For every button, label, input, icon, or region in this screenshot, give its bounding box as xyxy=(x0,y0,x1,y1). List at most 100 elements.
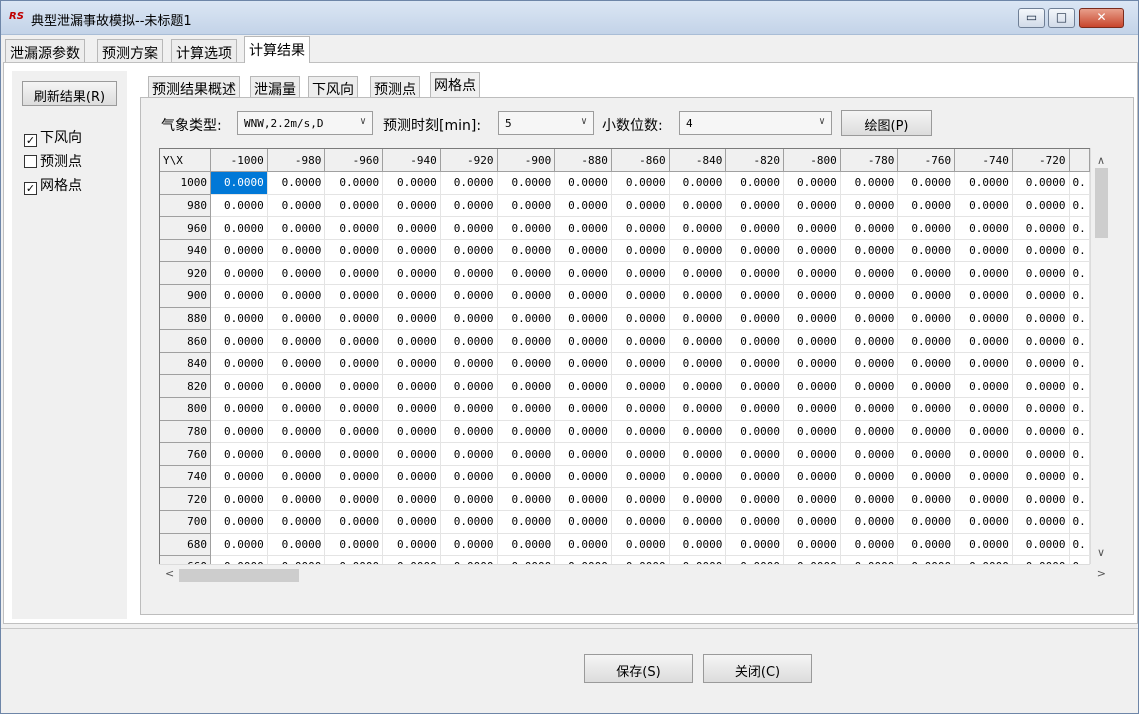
grid-cell[interactable]: 0.0000 xyxy=(210,307,268,331)
grid-cell[interactable]: 0.0000 xyxy=(497,284,556,308)
grid-cell[interactable]: 0.0000 xyxy=(497,374,556,399)
grid-cell[interactable]: 0.0000 xyxy=(440,420,498,444)
grid-cell-partial[interactable]: 0. xyxy=(1069,239,1090,263)
grid-cell[interactable]: 0.0000 xyxy=(954,397,1013,421)
grid-cell[interactable]: 0.0000 xyxy=(440,261,498,286)
grid-cell[interactable]: 0.0000 xyxy=(382,216,441,240)
grid-cell[interactable]: 0.0000 xyxy=(669,216,727,240)
grid-cell[interactable]: 0.0000 xyxy=(440,442,498,466)
grid-cell[interactable]: 0.0000 xyxy=(840,239,899,263)
grid-cell[interactable]: 0.0000 xyxy=(897,352,956,376)
grid-cell[interactable]: 0.0000 xyxy=(1012,171,1070,195)
row-header[interactable]: 940 xyxy=(160,239,212,263)
maximize-button[interactable]: □ xyxy=(1048,8,1075,28)
grid-cell[interactable]: 0.0000 xyxy=(669,533,727,557)
grid-cell[interactable]: 0.0000 xyxy=(840,533,899,557)
grid-cell[interactable]: 0.0000 xyxy=(210,352,268,376)
grid-cell[interactable]: 0.0000 xyxy=(1012,284,1070,308)
grid-cell[interactable]: 0.0000 xyxy=(440,307,498,331)
grid-cell[interactable]: 0.0000 xyxy=(783,397,841,421)
grid-cell[interactable]: 0.0000 xyxy=(497,397,556,421)
grid-table-container[interactable]: Y\X -1000 -980 -960 -940 -920 -900 -880 -860 -840… xyxy=(159,148,1090,564)
vertical-scroll-thumb[interactable] xyxy=(1095,168,1108,238)
row-header[interactable]: 680 xyxy=(160,533,212,557)
grid-cell[interactable]: 0.0000 xyxy=(783,284,841,308)
grid-cell[interactable]: 0.0000 xyxy=(669,397,727,421)
grid-cell[interactable]: 0.0000 xyxy=(669,194,727,218)
grid-cell[interactable]: 0.0000 xyxy=(554,171,612,195)
grid-cell[interactable]: 0.0000 xyxy=(725,374,785,399)
grid-cell[interactable]: 0.0000 xyxy=(382,239,441,263)
grid-cell[interactable]: 0.0000 xyxy=(554,555,612,564)
grid-cell[interactable]: 0.0000 xyxy=(267,284,326,308)
grid-cell-partial[interactable]: 0. xyxy=(1069,352,1090,376)
grid-cell[interactable]: 0.0000 xyxy=(497,216,556,240)
grid-cell[interactable]: 0.0000 xyxy=(1012,352,1070,376)
grid-cell[interactable]: 0.0000 xyxy=(897,216,956,240)
tab-grid-points[interactable]: 网格点 xyxy=(430,72,480,97)
grid-cell[interactable]: 0.0000 xyxy=(611,261,670,286)
grid-cell[interactable]: 0.0000 xyxy=(382,420,441,444)
grid-cell[interactable]: 0.0000 xyxy=(440,487,498,511)
grid-cell[interactable]: 0.0000 xyxy=(611,555,670,564)
grid-cell[interactable]: 0.0000 xyxy=(897,510,956,534)
row-header[interactable]: 840 xyxy=(160,352,212,376)
grid-cell[interactable]: 0.0000 xyxy=(497,465,556,489)
grid-cell[interactable]: 0.0000 xyxy=(1012,329,1070,353)
grid-cell[interactable]: 0.0000 xyxy=(267,216,326,240)
grid-cell[interactable]: 0.0000 xyxy=(954,442,1013,466)
grid-cell[interactable]: 0.0000 xyxy=(725,487,785,511)
checkbox-grid-points[interactable]: ✓ 网格点 xyxy=(24,175,82,195)
vertical-scrollbar[interactable]: ∧ ∨ xyxy=(1090,148,1110,564)
grid-cell[interactable]: 0.0000 xyxy=(497,307,556,331)
grid-cell[interactable]: 0.0000 xyxy=(897,420,956,444)
grid-cell[interactable]: 0.0000 xyxy=(382,555,441,564)
grid-cell[interactable]: 0.0000 xyxy=(725,465,785,489)
scroll-down-icon[interactable]: ∨ xyxy=(1091,546,1111,559)
grid-cell[interactable]: 0.0000 xyxy=(440,194,498,218)
row-header[interactable]: 660 xyxy=(160,555,212,564)
grid-cell[interactable]: 0.0000 xyxy=(324,510,384,534)
grid-cell[interactable]: 0.0000 xyxy=(382,194,441,218)
grid-cell[interactable]: 0.0000 xyxy=(440,397,498,421)
grid-cell[interactable]: 0.0000 xyxy=(840,352,899,376)
grid-cell[interactable]: 0.0000 xyxy=(210,194,268,218)
grid-cell[interactable]: 0.0000 xyxy=(725,261,785,286)
grid-cell[interactable]: 0.0000 xyxy=(267,487,326,511)
grid-cell[interactable]: 0.0000 xyxy=(267,442,326,466)
grid-cell[interactable]: 0.0000 xyxy=(1012,442,1070,466)
grid-cell[interactable]: 0.0000 xyxy=(669,510,727,534)
grid-cell[interactable]: 0.0000 xyxy=(210,171,268,195)
grid-cell[interactable]: 0.0000 xyxy=(554,194,612,218)
grid-cell[interactable]: 0.0000 xyxy=(1012,487,1070,511)
grid-cell[interactable]: 0.0000 xyxy=(669,555,727,564)
decimal-places-select[interactable]: 4 ∨ xyxy=(679,111,832,135)
grid-cell[interactable]: 0.0000 xyxy=(497,555,556,564)
grid-cell[interactable]: 0.0000 xyxy=(840,171,899,195)
grid-cell[interactable]: 0.0000 xyxy=(840,307,899,331)
grid-cell[interactable]: 0.0000 xyxy=(497,194,556,218)
grid-cell[interactable]: 0.0000 xyxy=(267,533,326,557)
grid-cell-partial[interactable]: 0. xyxy=(1069,261,1090,286)
checkbox-downwind[interactable]: ✓ 下风向 xyxy=(24,127,82,147)
grid-cell[interactable]: 0.0000 xyxy=(554,510,612,534)
grid-cell[interactable]: 0.0000 xyxy=(382,442,441,466)
horizontal-scrollbar[interactable]: < > xyxy=(159,564,1106,584)
grid-cell[interactable]: 0.0000 xyxy=(783,465,841,489)
grid-cell[interactable]: 0.0000 xyxy=(324,216,384,240)
grid-cell[interactable]: 0.0000 xyxy=(324,239,384,263)
row-header[interactable]: 720 xyxy=(160,487,212,511)
grid-cell[interactable]: 0.0000 xyxy=(497,171,556,195)
column-header[interactable]: -880 xyxy=(554,149,612,173)
row-header[interactable]: 860 xyxy=(160,329,212,353)
grid-cell[interactable]: 0.0000 xyxy=(725,555,785,564)
grid-cell[interactable]: 0.0000 xyxy=(382,487,441,511)
grid-cell[interactable]: 0.0000 xyxy=(554,420,612,444)
grid-cell[interactable]: 0.0000 xyxy=(954,216,1013,240)
grid-cell[interactable]: 0.0000 xyxy=(840,555,899,564)
column-header[interactable]: -820 xyxy=(725,149,785,173)
grid-cell[interactable]: 0.0000 xyxy=(554,216,612,240)
grid-cell[interactable]: 0.0000 xyxy=(324,284,384,308)
grid-cell[interactable]: 0.0000 xyxy=(324,465,384,489)
row-header[interactable]: 980 xyxy=(160,194,212,218)
